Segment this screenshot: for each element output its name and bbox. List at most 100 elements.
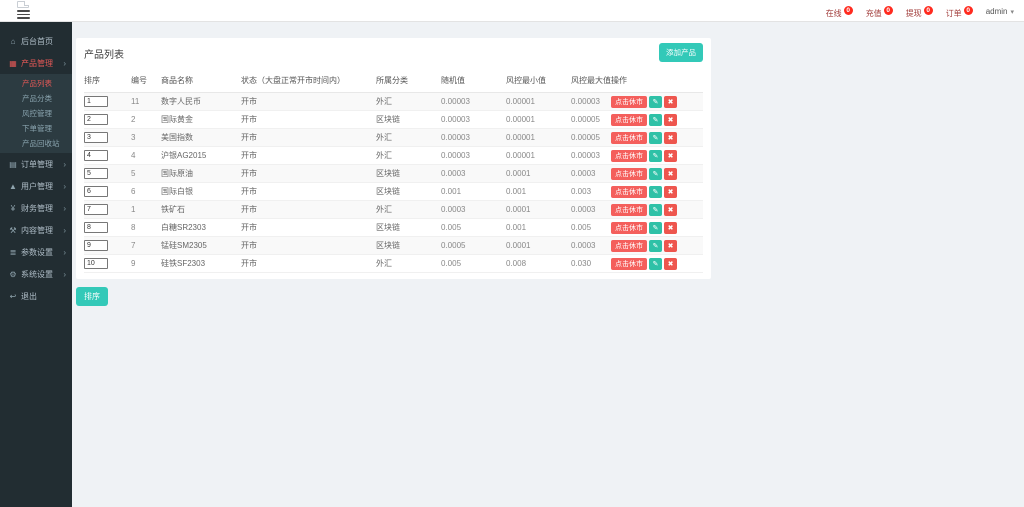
sort-input[interactable] [84,150,108,161]
cell-risk-min: 0.00001 [506,92,571,111]
delete-icon: ✖ [667,134,674,142]
edit-button[interactable]: ✎ [649,221,662,234]
toggle-market-button[interactable]: 点击休市 [611,203,647,216]
edit-button[interactable]: ✎ [649,95,662,108]
cell-category: 区块链 [376,236,441,255]
toggle-market-button[interactable]: 点击休市 [611,167,647,180]
sort-input[interactable] [84,204,108,215]
delete-icon: ✖ [667,242,674,250]
cell-number: 4 [131,146,161,165]
cell-risk-min: 0.00001 [506,146,571,165]
toggle-market-button[interactable]: 点击休市 [611,113,647,126]
edit-icon: ✎ [652,260,659,268]
cell-status: 开市 [241,200,376,219]
delete-button[interactable]: ✖ [664,131,677,144]
cell-risk-max: 0.00003 [571,92,611,111]
edit-icon: ✎ [652,98,659,106]
toggle-market-button[interactable]: 点击休市 [611,131,647,144]
cell-number: 6 [131,182,161,201]
delete-button[interactable]: ✖ [664,95,677,108]
topbar-stat-在线[interactable]: 在线 0 [826,3,853,20]
sidebar-subitem-product-recycle[interactable]: 产品回收站 [0,136,72,151]
sort-button[interactable]: 排序 [76,287,108,306]
edit-button[interactable]: ✎ [649,203,662,216]
user-menu[interactable]: admin ▾ [986,6,1014,16]
delete-button[interactable]: ✖ [664,113,677,126]
edit-icon: ✎ [652,116,659,124]
edit-button[interactable]: ✎ [649,131,662,144]
sidebar-item-dashboard[interactable]: ⌂ 后台首页 [0,30,72,52]
delete-button[interactable]: ✖ [664,203,677,216]
toggle-market-button[interactable]: 点击休市 [611,185,647,198]
cell-risk-max: 0.0003 [571,164,611,183]
sort-input[interactable] [84,186,108,197]
toggle-market-button[interactable]: 点击休市 [611,239,647,252]
table-row: 8白糖SR2303开市区块链0.0050.0010.005点击休市✎✖ [84,218,703,237]
column-header: 操作 [611,71,703,93]
sidebar-item-contents[interactable]: ⚒ 内容管理 › [0,219,72,241]
column-header: 排序 [84,71,131,93]
topbar-stat-提现[interactable]: 提现 0 [906,3,933,20]
sort-input[interactable] [84,132,108,143]
add-product-button[interactable]: 添加产品 [659,43,703,62]
edit-button[interactable]: ✎ [649,185,662,198]
cell-category: 外汇 [376,92,441,111]
logout-icon: ↩ [9,291,17,301]
delete-button[interactable]: ✖ [664,167,677,180]
toggle-market-button[interactable]: 点击休市 [611,95,647,108]
sidebar-item-finance[interactable]: ¥ 财务管理 › [0,197,72,219]
edit-button[interactable]: ✎ [649,149,662,162]
chevron-right-icon: › [63,58,66,68]
delete-button[interactable]: ✖ [664,257,677,270]
delete-button[interactable]: ✖ [664,221,677,234]
toggle-market-button[interactable]: 点击休市 [611,149,647,162]
sort-input[interactable] [84,240,108,251]
sidebar-subitem-order-settings[interactable]: 下单管理 [0,121,72,136]
delete-button[interactable]: ✖ [664,149,677,162]
column-header: 风控最小值 [506,71,571,93]
cell-random-value: 0.00003 [441,146,506,165]
menu-toggle-icon[interactable] [17,10,30,19]
topbar-stat-订单[interactable]: 订单 0 [946,3,973,20]
topbar-stats: 在线 0 充值 0 提现 0 订单 0 [826,3,973,20]
sort-input[interactable] [84,96,108,107]
sidebar-subitem-product-list[interactable]: 产品列表 [0,76,72,91]
column-header: 随机值 [441,71,506,93]
sidebar-subitem-risk-control[interactable]: 风控管理 [0,106,72,121]
cell-risk-min: 0.008 [506,254,571,273]
edit-button[interactable]: ✎ [649,257,662,270]
sidebar-item-system[interactable]: ⚙ 系统设置 › [0,263,72,285]
delete-button[interactable]: ✖ [664,185,677,198]
sort-input[interactable] [84,168,108,179]
topbar-stat-充值[interactable]: 充值 0 [866,3,893,20]
cell-number: 8 [131,218,161,237]
cell-random-value: 0.0003 [441,164,506,183]
edit-icon: ✎ [652,188,659,196]
sidebar-item-users[interactable]: ▲ 用户管理 › [0,175,72,197]
sidebar-subitem-product-category[interactable]: 产品分类 [0,91,72,106]
toggle-market-button[interactable]: 点击休市 [611,257,647,270]
cell-product-name: 沪银AG2015 [161,146,241,165]
edit-button[interactable]: ✎ [649,239,662,252]
toggle-market-button[interactable]: 点击休市 [611,221,647,234]
cell-status: 开市 [241,182,376,201]
cell-product-name: 锰硅SM2305 [161,236,241,255]
edit-button[interactable]: ✎ [649,167,662,180]
sidebar-item-orders[interactable]: ▤ 订单管理 › [0,153,72,175]
cell-sort [84,164,131,183]
delete-button[interactable]: ✖ [664,239,677,252]
sidebar-item-params[interactable]: ≣ 参数设置 › [0,241,72,263]
sort-input[interactable] [84,222,108,233]
sidebar-item-logout[interactable]: ↩ 退出 [0,285,72,307]
cell-category: 外汇 [376,146,441,165]
edit-button[interactable]: ✎ [649,113,662,126]
cell-sort [84,110,131,129]
sort-input[interactable] [84,114,108,125]
sort-input[interactable] [84,258,108,269]
chevron-right-icon: › [63,225,66,235]
sidebar-item-products[interactable]: ▦ 产品管理 › [0,52,72,74]
cell-random-value: 0.005 [441,218,506,237]
action-buttons: 点击休市 ✎ ✖ [611,239,701,252]
stat-count-badge: 0 [963,5,973,15]
user-name: admin [985,7,1008,16]
